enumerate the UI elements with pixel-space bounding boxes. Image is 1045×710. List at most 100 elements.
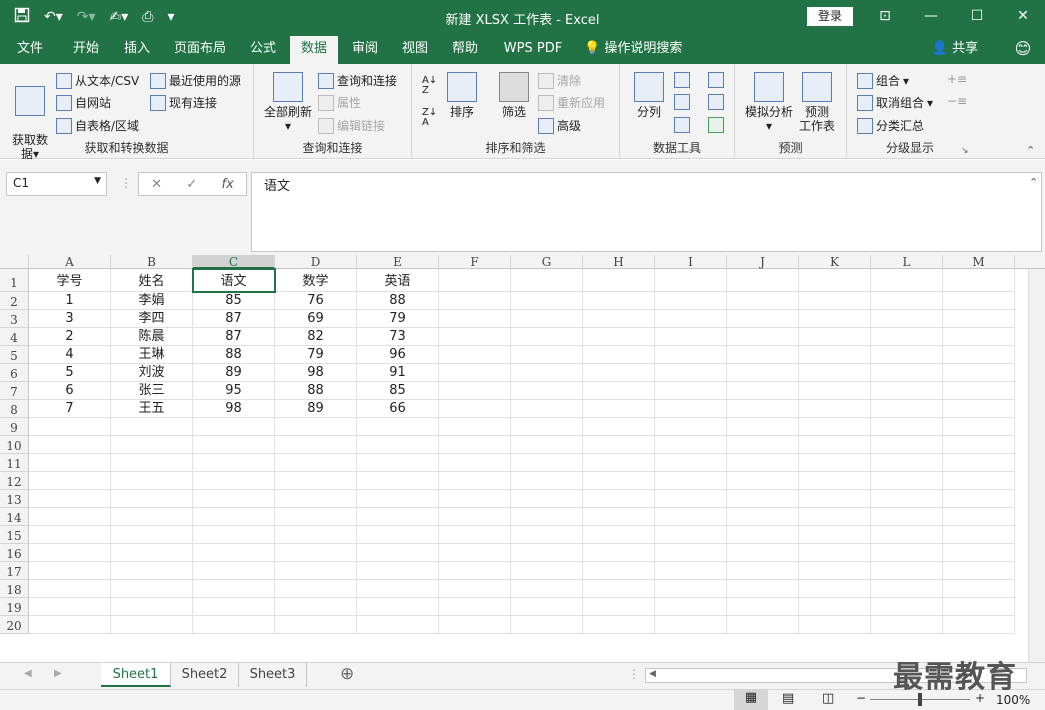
- cell[interactable]: [511, 328, 583, 346]
- cell[interactable]: [727, 292, 799, 310]
- cell[interactable]: [439, 269, 511, 292]
- cell[interactable]: [943, 472, 1015, 490]
- cell[interactable]: [871, 382, 943, 400]
- cell[interactable]: [111, 544, 193, 562]
- cell[interactable]: [29, 598, 111, 616]
- cell[interactable]: [357, 580, 439, 598]
- cell[interactable]: [275, 508, 357, 526]
- zoom-out-icon[interactable]: −: [856, 691, 866, 705]
- cell[interactable]: [943, 382, 1015, 400]
- cell-c6[interactable]: 89: [193, 364, 275, 382]
- cell-a5[interactable]: 4: [29, 346, 111, 364]
- save-icon[interactable]: [14, 7, 30, 27]
- cell[interactable]: [943, 562, 1015, 580]
- insert-function-icon[interactable]: fx: [222, 177, 234, 192]
- cell[interactable]: [943, 310, 1015, 328]
- cell[interactable]: [871, 598, 943, 616]
- column-header-m[interactable]: M: [943, 255, 1015, 269]
- cell[interactable]: [111, 472, 193, 490]
- cell[interactable]: [439, 292, 511, 310]
- cell[interactable]: [357, 472, 439, 490]
- cell[interactable]: [29, 418, 111, 436]
- cell-e8[interactable]: 66: [357, 400, 439, 418]
- cell[interactable]: [655, 436, 727, 454]
- cancel-icon[interactable]: ✕: [151, 177, 162, 192]
- cell-c7[interactable]: 95: [193, 382, 275, 400]
- tab-wps-pdf[interactable]: WPS PDF: [494, 33, 572, 64]
- cell-a7[interactable]: 6: [29, 382, 111, 400]
- cell[interactable]: [439, 508, 511, 526]
- cell-d4[interactable]: 82: [275, 328, 357, 346]
- chevron-down-icon[interactable]: ▼: [94, 176, 101, 186]
- cell[interactable]: [275, 616, 357, 634]
- cell[interactable]: [511, 436, 583, 454]
- row-header-15[interactable]: 15: [0, 526, 29, 544]
- cell[interactable]: [871, 269, 943, 292]
- cell[interactable]: [871, 472, 943, 490]
- cell[interactable]: [727, 562, 799, 580]
- cell[interactable]: [583, 269, 655, 292]
- cell[interactable]: [799, 418, 871, 436]
- cell[interactable]: [655, 418, 727, 436]
- cell[interactable]: [727, 580, 799, 598]
- cell[interactable]: [29, 544, 111, 562]
- row-header-4[interactable]: 4: [0, 328, 29, 346]
- cell[interactable]: [357, 598, 439, 616]
- name-box[interactable]: C1 ▼: [6, 172, 107, 196]
- cell-c4[interactable]: 87: [193, 328, 275, 346]
- column-header-b[interactable]: B: [111, 255, 193, 269]
- column-header-a[interactable]: A: [29, 255, 111, 269]
- cell[interactable]: [871, 418, 943, 436]
- maximize-button[interactable]: ☐: [954, 0, 1000, 33]
- cell[interactable]: [727, 328, 799, 346]
- cell[interactable]: [193, 490, 275, 508]
- cell[interactable]: [511, 269, 583, 292]
- cell[interactable]: [275, 490, 357, 508]
- cell[interactable]: [655, 544, 727, 562]
- cell[interactable]: [111, 598, 193, 616]
- cell[interactable]: [511, 544, 583, 562]
- refresh-all-button[interactable]: 全部刷新 ▾: [262, 72, 314, 133]
- cell[interactable]: [357, 436, 439, 454]
- cell[interactable]: [727, 400, 799, 418]
- cell[interactable]: [583, 346, 655, 364]
- column-header-e[interactable]: E: [357, 255, 439, 269]
- data-model-icon[interactable]: [708, 117, 724, 133]
- existing-connections-button[interactable]: 现有连接: [150, 94, 217, 111]
- cell-c1[interactable]: 语文: [193, 269, 275, 292]
- cell[interactable]: [511, 418, 583, 436]
- cell-b4[interactable]: 陈晨: [111, 328, 193, 346]
- sort-descending-button[interactable]: Z↓ A: [422, 108, 437, 128]
- cell[interactable]: [871, 346, 943, 364]
- cell-e4[interactable]: 73: [357, 328, 439, 346]
- select-all-corner[interactable]: [0, 255, 29, 269]
- cell[interactable]: [357, 418, 439, 436]
- column-header-k[interactable]: K: [799, 255, 871, 269]
- row-header-13[interactable]: 13: [0, 490, 29, 508]
- cell-e5[interactable]: 96: [357, 346, 439, 364]
- cell[interactable]: [871, 292, 943, 310]
- cell[interactable]: [583, 598, 655, 616]
- vertical-scrollbar[interactable]: [1028, 269, 1045, 662]
- cell[interactable]: [111, 454, 193, 472]
- cell[interactable]: [511, 562, 583, 580]
- cell-c8[interactable]: 98: [193, 400, 275, 418]
- cell-b7[interactable]: 张三: [111, 382, 193, 400]
- cell[interactable]: [275, 580, 357, 598]
- row-header-9[interactable]: 9: [0, 418, 29, 436]
- cell-d8[interactable]: 89: [275, 400, 357, 418]
- cell[interactable]: [871, 364, 943, 382]
- cell[interactable]: [799, 562, 871, 580]
- cell[interactable]: [871, 544, 943, 562]
- row-header-11[interactable]: 11: [0, 454, 29, 472]
- cell[interactable]: [275, 472, 357, 490]
- sheet-tab-2[interactable]: Sheet2: [171, 663, 239, 687]
- cell[interactable]: [193, 562, 275, 580]
- cell[interactable]: [871, 508, 943, 526]
- cell-b5[interactable]: 王琳: [111, 346, 193, 364]
- row-header-1[interactable]: 1: [0, 269, 29, 292]
- cell-e3[interactable]: 79: [357, 310, 439, 328]
- print-preview-icon[interactable]: ⎙: [142, 9, 153, 25]
- cell[interactable]: [583, 400, 655, 418]
- cell[interactable]: [943, 454, 1015, 472]
